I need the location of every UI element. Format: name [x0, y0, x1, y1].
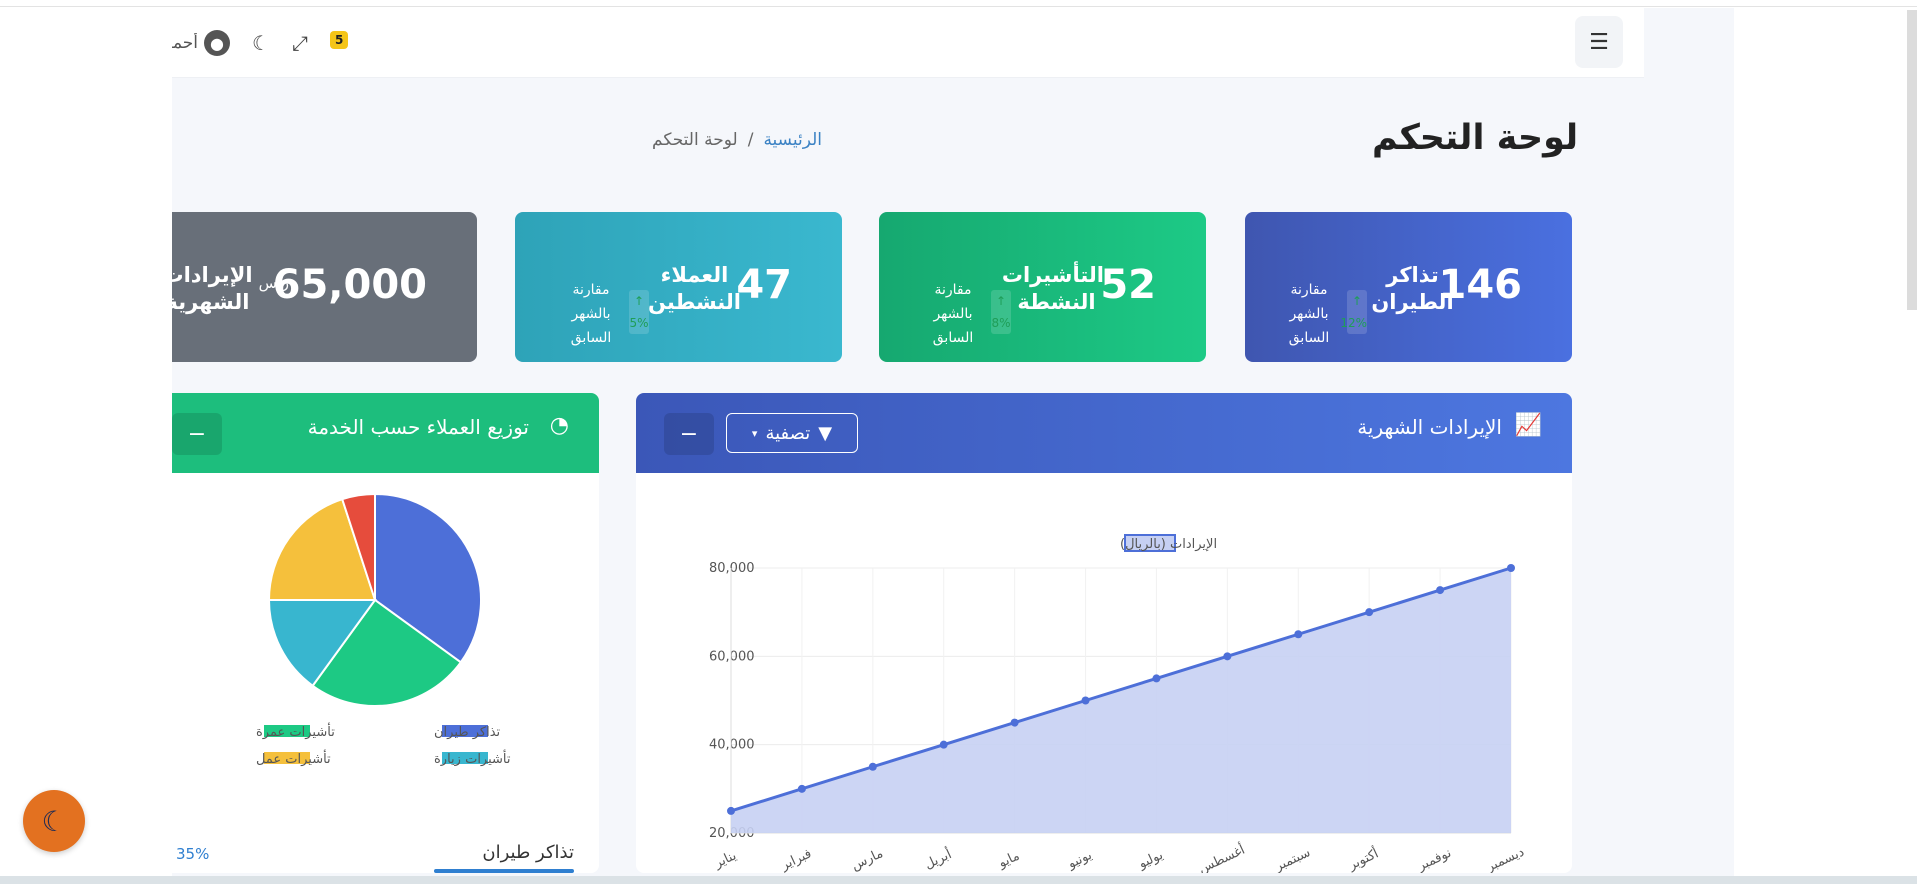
stat-label: تذاكر الطيران [1371, 263, 1454, 314]
revenue-panel-title: الإيرادات الشهرية [1357, 415, 1502, 439]
page-title: لوحة التحكم [1372, 118, 1579, 158]
user-name: أحمد [172, 33, 198, 53]
moon-icon[interactable]: ☾ [252, 31, 270, 55]
x-tick-label: ديسمبر [1483, 845, 1526, 873]
chart-line-icon: 📈 [1514, 413, 1542, 438]
x-tick-label: يوليو [1136, 848, 1166, 873]
data-point [1223, 652, 1232, 661]
stat-value: 52 [1100, 262, 1156, 308]
x-tick-label: أغسطس [1196, 841, 1248, 873]
stat-compare: مقارنة بالشهر السابق [932, 282, 974, 346]
theme-toggle-button[interactable]: ☾ [23, 790, 85, 852]
collapse-button[interactable]: − [172, 413, 222, 455]
data-point [797, 784, 806, 793]
expand-icon[interactable]: ⤢ [292, 31, 308, 55]
menu-icon: ☰ [1589, 29, 1609, 55]
legend-label: تأشيرات عمرة [256, 722, 335, 740]
minus-icon: − [679, 421, 699, 447]
breadcrumb-current: لوحة التحكم [652, 130, 738, 150]
filter-icon: ▼ [818, 422, 833, 444]
data-point [1507, 564, 1515, 572]
data-point [1365, 608, 1374, 617]
breadcrumb-home-link[interactable]: الرئيسية [763, 130, 822, 150]
x-tick-label: يونيو [1065, 848, 1095, 873]
page-scrollbar[interactable] [1907, 10, 1917, 310]
legend-label: تأشيرات عمل [256, 749, 331, 767]
app-shell: أحمد ● ☾ ⤢ 5 ☰ لوحة التحكم الرئيسية / لو… [172, 8, 1734, 876]
currency-label: ر.س [258, 274, 289, 292]
stat-compare: مقارنة بالشهر السابق [1288, 282, 1330, 346]
x-tick-label: مايو [995, 849, 1022, 872]
chart-pie-icon: ◔ [549, 413, 569, 438]
series-area [731, 568, 1511, 833]
filter-dropdown-button[interactable]: ▼ تصفية ▾ [726, 413, 858, 453]
data-point [1436, 586, 1445, 595]
trend-up-icon: ↑ 8% [991, 290, 1011, 334]
revenue-panel: 📈 الإيرادات الشهرية ▼ تصفية ▾ − 20,00040… [636, 393, 1572, 873]
notification-badge: 5 [329, 31, 349, 49]
stat-trend: 8% [991, 316, 1011, 330]
x-tick-label: مارس [849, 846, 885, 873]
x-tick-label: فبراير [778, 846, 814, 873]
user-menu[interactable]: أحمد ● [172, 30, 230, 56]
breadcrumb: الرئيسية / لوحة التحكم [652, 130, 822, 150]
data-point [727, 806, 735, 815]
stat-label: التأشيرات النشطة [1001, 263, 1104, 314]
footer-service-percent: 35% [176, 845, 210, 863]
stat-value: 47 [736, 262, 792, 308]
legend-label: تذاكر طيران [434, 725, 501, 740]
stat-value: 65,000 [272, 262, 427, 308]
stat-trend: 5% [629, 316, 649, 330]
y-tick-label: 60,000 [709, 649, 755, 664]
data-point [1294, 630, 1303, 639]
footer-service-label: تذاكر طيران [482, 842, 574, 863]
moon-icon: ☾ [41, 804, 67, 838]
x-tick-label: أبريل [922, 845, 954, 872]
filter-label: تصفية [765, 422, 811, 444]
stat-label: الإيرادات الشهرية [172, 263, 253, 314]
data-point [868, 762, 877, 771]
trend-up-icon: ↑ 5% [629, 290, 649, 334]
caret-down-icon: ▾ [751, 426, 758, 440]
stat-label: العملاء النشطين [648, 263, 741, 314]
trend-up-icon: ↑ 12% [1340, 290, 1367, 334]
breadcrumb-separator: / [747, 130, 754, 150]
y-tick-label: 80,000 [709, 561, 755, 576]
x-tick-label: أكتوبر [1345, 845, 1381, 873]
bottom-bar [0, 876, 1917, 884]
stat-trend: 12% [1340, 316, 1367, 330]
x-tick-label: سبتمبر [1272, 845, 1313, 873]
distribution-panel-title: توزيع العملاء حسب الخدمة [307, 415, 529, 439]
stat-card-visas: 52 التأشيرات النشطة ↑ 8% مقارنة بالشهر ال… [879, 212, 1206, 362]
top-navbar: أحمد ● ☾ ⤢ 5 ☰ [172, 8, 1644, 78]
collapse-button[interactable]: − [664, 413, 714, 455]
x-tick-label: يناير [711, 848, 739, 872]
minus-icon: − [187, 421, 207, 447]
footer-progress-bar [434, 869, 574, 873]
y-tick-label: 40,000 [709, 738, 755, 753]
data-point [1010, 718, 1019, 727]
legend-label: الإيرادات (بالريال) [1120, 537, 1217, 552]
legend-label: تأشيرات زيارة [434, 749, 511, 767]
data-point [1081, 696, 1090, 705]
distribution-panel: ◔ توزيع العملاء حسب الخدمة − تذاكر طيران… [172, 393, 599, 873]
x-tick-label: نوفمبر [1415, 846, 1454, 873]
distribution-pie-chart: تذاكر طيران تأشيرات عمرة تأشيرات زيارة تأشي… [256, 492, 511, 767]
data-point [939, 740, 948, 749]
stat-compare: مقارنة بالشهر السابق [570, 282, 612, 346]
stat-card-clients: 47 العملاء النشطين ↑ 5% مقارنة بالشهر الس… [515, 212, 842, 362]
user-avatar-icon: ● [204, 30, 230, 56]
top-border [0, 6, 1917, 7]
data-point [1152, 674, 1161, 683]
chart-legend: الإيرادات (بالريال) [1120, 534, 1217, 552]
menu-toggle-button[interactable]: ☰ [1575, 16, 1623, 68]
navbar-tools: أحمد ● ☾ ⤢ 5 [172, 8, 349, 78]
revenue-panel-header: 📈 الإيرادات الشهرية ▼ تصفية ▾ − [636, 393, 1572, 473]
stat-card-flights: 146 تذاكر الطيران ↑ 12% مقارنة بالشهر الس… [1245, 212, 1572, 362]
revenue-line-chart: 20,00040,00060,00080,000ينايرفبرايرمارسأ… [709, 534, 1527, 873]
distribution-panel-header: ◔ توزيع العملاء حسب الخدمة − [172, 393, 599, 473]
stat-card-revenue: 65,000 ر.س الإيرادات الشهرية [172, 212, 477, 362]
